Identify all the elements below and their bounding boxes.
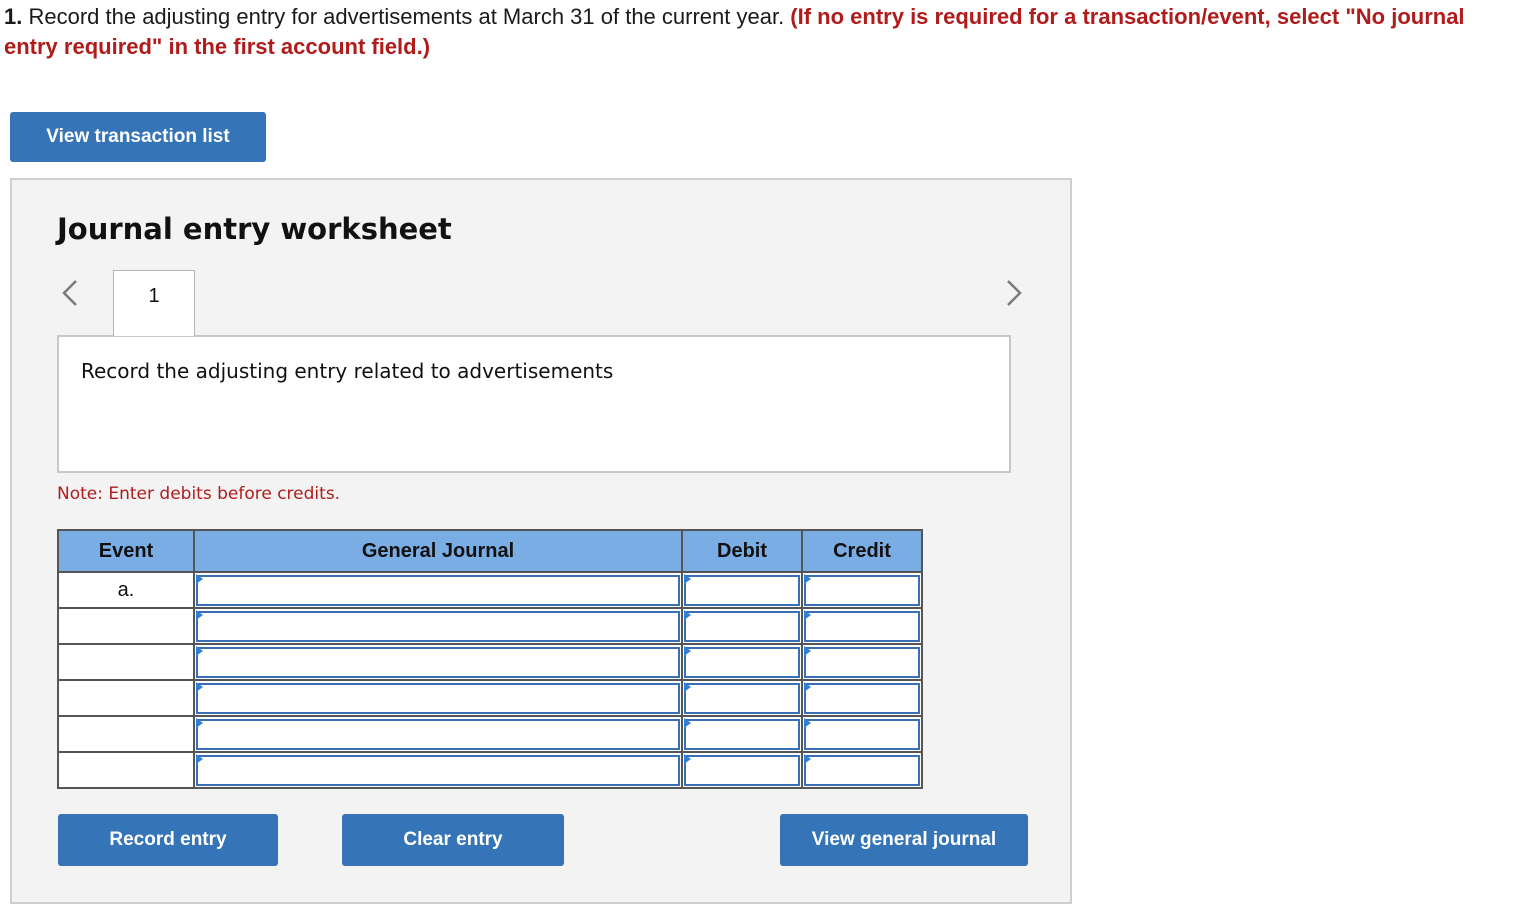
view-transaction-list-button[interactable]: View transaction list xyxy=(10,112,266,162)
table-row xyxy=(57,643,923,681)
chevron-left-icon[interactable] xyxy=(56,276,84,310)
credit-cell xyxy=(801,643,923,681)
account-cell xyxy=(193,751,683,789)
account-input[interactable] xyxy=(196,574,680,606)
account-input[interactable] xyxy=(196,718,680,750)
credit-input[interactable] xyxy=(804,646,920,678)
dropdown-marker-icon xyxy=(196,574,203,584)
dropdown-marker-icon xyxy=(804,754,811,764)
debit-input[interactable] xyxy=(684,646,800,678)
credit-cell xyxy=(801,715,923,753)
credit-input[interactable] xyxy=(804,718,920,750)
view-general-journal-button[interactable]: View general journal xyxy=(780,814,1028,866)
journal-table: Event General Journal Debit Credit a. xyxy=(57,529,923,789)
debit-input[interactable] xyxy=(684,718,800,750)
question-number: 1. xyxy=(4,4,23,29)
journal-entry-worksheet: Journal entry worksheet 1 Record the adj… xyxy=(10,178,1072,904)
chevron-right-icon[interactable] xyxy=(1000,276,1028,310)
header-credit: Credit xyxy=(801,529,923,573)
dropdown-marker-icon xyxy=(804,682,811,692)
table-header-row: Event General Journal Debit Credit xyxy=(57,529,923,573)
event-cell xyxy=(57,715,195,753)
account-cell xyxy=(193,715,683,753)
dropdown-marker-icon xyxy=(684,682,691,692)
account-cell xyxy=(193,643,683,681)
dropdown-marker-icon xyxy=(804,574,811,584)
dropdown-marker-icon xyxy=(684,754,691,764)
event-cell xyxy=(57,679,195,717)
event-cell: a. xyxy=(57,571,195,609)
journal-body: a. xyxy=(57,571,923,789)
account-cell xyxy=(193,571,683,609)
debit-cell xyxy=(681,751,803,789)
dropdown-marker-icon xyxy=(684,574,691,584)
prompt-text: Record the adjusting entry related to ad… xyxy=(81,359,614,383)
dropdown-marker-icon xyxy=(684,610,691,620)
header-general-journal: General Journal xyxy=(193,529,683,573)
debit-cell xyxy=(681,607,803,645)
table-row: a. xyxy=(57,571,923,609)
debit-input[interactable] xyxy=(684,574,800,606)
table-row xyxy=(57,679,923,717)
credit-cell xyxy=(801,571,923,609)
debit-cell xyxy=(681,571,803,609)
dropdown-marker-icon xyxy=(196,718,203,728)
account-cell xyxy=(193,679,683,717)
account-input[interactable] xyxy=(196,646,680,678)
table-row xyxy=(57,715,923,753)
header-debit: Debit xyxy=(681,529,803,573)
clear-entry-button[interactable]: Clear entry xyxy=(342,814,564,866)
event-cell xyxy=(57,643,195,681)
record-entry-button[interactable]: Record entry xyxy=(58,814,278,866)
dropdown-marker-icon xyxy=(804,646,811,656)
credit-cell xyxy=(801,679,923,717)
worksheet-tab-1[interactable]: 1 xyxy=(113,270,195,336)
table-row xyxy=(57,607,923,645)
event-cell xyxy=(57,751,195,789)
dropdown-marker-icon xyxy=(196,754,203,764)
prompt-box: Record the adjusting entry related to ad… xyxy=(57,335,1011,473)
note-text: Note: Enter debits before credits. xyxy=(57,484,341,504)
worksheet-title: Journal entry worksheet xyxy=(57,212,452,246)
dropdown-marker-icon xyxy=(684,646,691,656)
debit-cell xyxy=(681,715,803,753)
dropdown-marker-icon xyxy=(196,682,203,692)
table-row xyxy=(57,751,923,789)
credit-input[interactable] xyxy=(804,682,920,714)
credit-input[interactable] xyxy=(804,754,920,786)
credit-input[interactable] xyxy=(804,610,920,642)
debit-input[interactable] xyxy=(684,682,800,714)
dropdown-marker-icon xyxy=(684,718,691,728)
question-body: Record the adjusting entry for advertise… xyxy=(22,4,791,29)
account-cell xyxy=(193,607,683,645)
debit-input[interactable] xyxy=(684,754,800,786)
debit-cell xyxy=(681,643,803,681)
credit-cell xyxy=(801,607,923,645)
debit-cell xyxy=(681,679,803,717)
dropdown-marker-icon xyxy=(804,718,811,728)
header-event: Event xyxy=(57,529,195,573)
account-input[interactable] xyxy=(196,610,680,642)
debit-input[interactable] xyxy=(684,610,800,642)
dropdown-marker-icon xyxy=(804,610,811,620)
dropdown-marker-icon xyxy=(196,610,203,620)
dropdown-marker-icon xyxy=(196,646,203,656)
question-text: 1. Record the adjusting entry for advert… xyxy=(4,2,1514,62)
event-cell xyxy=(57,607,195,645)
credit-input[interactable] xyxy=(804,574,920,606)
account-input[interactable] xyxy=(196,682,680,714)
account-input[interactable] xyxy=(196,754,680,786)
credit-cell xyxy=(801,751,923,789)
